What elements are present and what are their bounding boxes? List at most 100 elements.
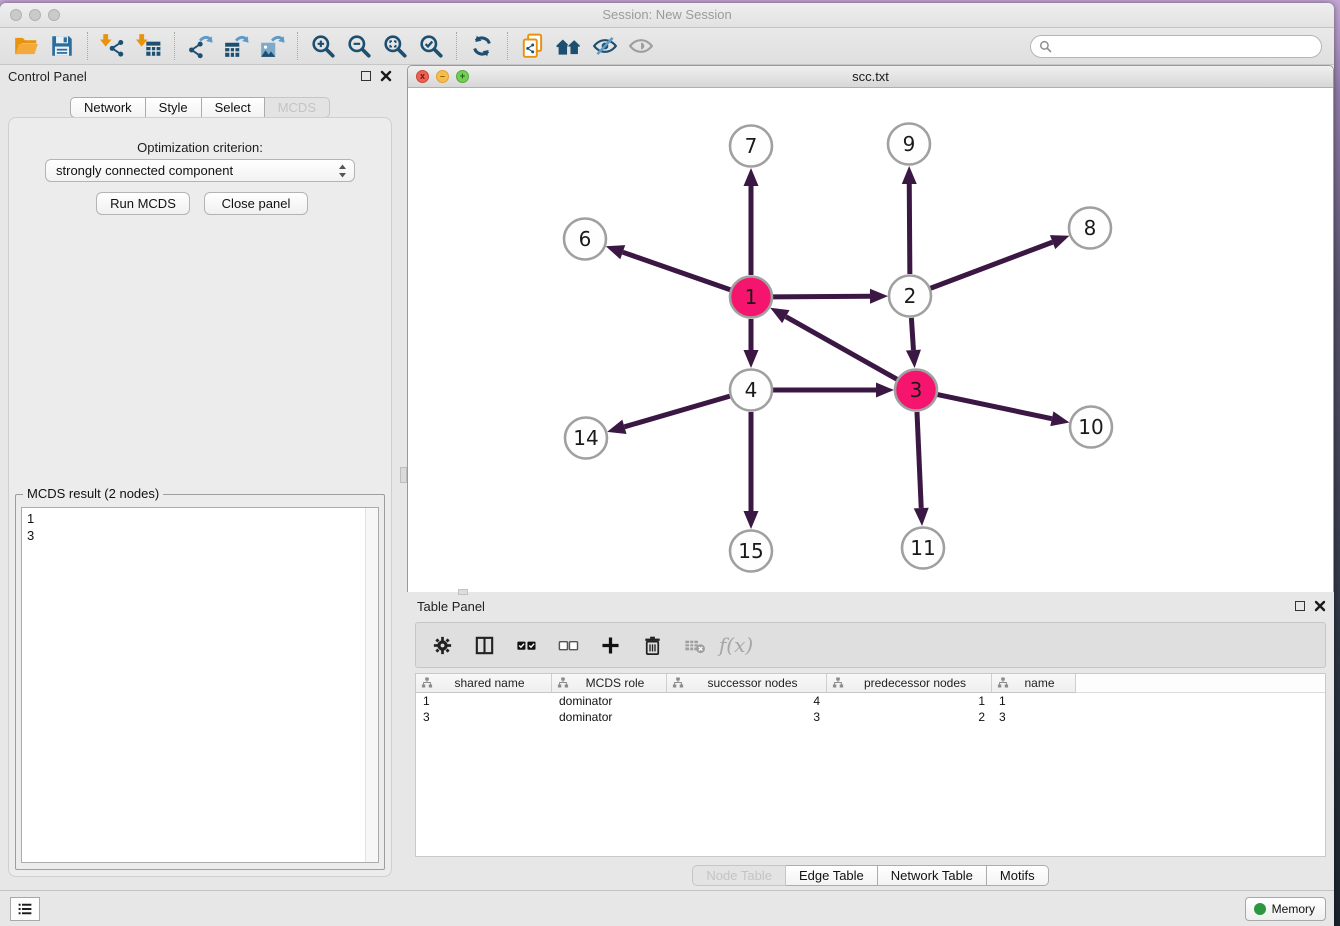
table-panel-tabs: Node TableEdge TableNetwork TableMotifs (407, 865, 1334, 886)
float-table-panel-icon[interactable] (1295, 601, 1305, 611)
tab-network-table[interactable]: Network Table (878, 865, 987, 886)
vertical-splitter-handle[interactable] (400, 467, 407, 483)
column-header-mcds-role[interactable]: MCDS role (552, 674, 667, 693)
memory-button[interactable]: Memory (1245, 897, 1326, 921)
run-mcds-button[interactable]: Run MCDS (96, 192, 190, 215)
table-cell[interactable]: 4 (667, 693, 827, 709)
graph-edge-1-2[interactable] (773, 296, 870, 297)
tab-network[interactable]: Network (70, 97, 146, 118)
network-canvas[interactable]: 7 9 6 8 1 2 4 3 14 10 15 11 (408, 88, 1333, 592)
optimization-criterion-select[interactable]: strongly connected component (45, 159, 355, 182)
tab-node-table[interactable]: Node Table (692, 865, 786, 886)
eye-slash-icon (592, 33, 618, 59)
tab-style[interactable]: Style (146, 97, 202, 118)
graph-edge-1-6[interactable] (623, 252, 730, 290)
graph-node-10[interactable]: 10 (1070, 407, 1112, 448)
column-header-name[interactable]: name (992, 674, 1076, 693)
graph-edge-2-3[interactable] (911, 318, 913, 350)
open-session-button[interactable] (8, 30, 44, 62)
graph-node-15[interactable]: 15 (730, 531, 772, 572)
graph-node-1[interactable]: 1 (730, 277, 772, 318)
table-cell[interactable]: dominator (552, 693, 667, 709)
graph-edge-3-10[interactable] (938, 395, 1052, 419)
show-column-panel-button[interactable] (470, 631, 498, 659)
table-cell[interactable]: 3 (416, 709, 552, 725)
graph-edge-2-9[interactable] (909, 184, 910, 274)
column-header-label: predecessor nodes (847, 676, 991, 690)
node-table: shared nameMCDS rolesuccessor nodes prede… (415, 673, 1326, 857)
mcds-result-textarea[interactable]: 13 (21, 507, 379, 863)
graph-node-8[interactable]: 8 (1069, 208, 1111, 249)
select-all-rows-button[interactable] (512, 631, 540, 659)
save-session-button[interactable] (44, 30, 80, 62)
select-all-icon (515, 634, 538, 657)
graph-node-label: 7 (745, 134, 758, 158)
network-graph: 7 9 6 8 1 2 4 3 14 10 15 11 (408, 88, 1333, 592)
graph-edge-2-8[interactable] (931, 242, 1053, 288)
result-scrollbar[interactable] (365, 508, 378, 862)
graph-node-6[interactable]: 6 (564, 219, 606, 260)
zoom-fit-button[interactable] (377, 30, 413, 62)
table-row[interactable]: 1dominator411 (416, 693, 1325, 709)
task-history-button[interactable] (10, 897, 40, 921)
create-column-button[interactable] (596, 631, 624, 659)
table-cell[interactable]: 1 (827, 693, 992, 709)
table-cell[interactable]: dominator (552, 709, 667, 725)
search-input[interactable] (1057, 40, 1313, 54)
mcds-result-line: 3 (27, 527, 373, 544)
eye-disabled-icon (628, 33, 654, 59)
deselect-all-rows-button[interactable] (554, 631, 582, 659)
close-table-panel-icon[interactable] (1314, 600, 1326, 612)
table-toolbar: f(x) (415, 622, 1326, 668)
hide-panels-button[interactable] (587, 30, 623, 62)
graph-edge-4-14[interactable] (624, 396, 729, 427)
close-panel-button[interactable]: Close panel (204, 192, 308, 215)
tab-edge-table[interactable]: Edge Table (786, 865, 878, 886)
table-cell[interactable]: 1 (416, 693, 552, 709)
table-cell[interactable]: 3 (667, 709, 827, 725)
graph-edge-3-1[interactable] (786, 317, 897, 380)
zoom-out-button[interactable] (341, 30, 377, 62)
duplicate-network-button[interactable] (515, 30, 551, 62)
tab-mcds[interactable]: MCDS (265, 97, 330, 118)
columns-icon (473, 634, 496, 657)
duplicate-network-icon (520, 33, 546, 59)
table-row[interactable]: 3dominator323 (416, 709, 1325, 725)
gear-icon (431, 634, 454, 657)
graph-node-11[interactable]: 11 (902, 528, 944, 569)
zoom-selected-button[interactable] (413, 30, 449, 62)
graph-node-2[interactable]: 2 (889, 276, 931, 317)
graph-node-4[interactable]: 4 (730, 370, 772, 411)
column-type-icon (421, 677, 433, 689)
graph-node-3[interactable]: 3 (895, 370, 937, 411)
graph-edge-3-11[interactable] (917, 412, 921, 508)
search-box[interactable] (1030, 35, 1322, 58)
delete-columns-button[interactable] (638, 631, 666, 659)
zoom-in-button[interactable] (305, 30, 341, 62)
graph-node-7[interactable]: 7 (730, 126, 772, 167)
column-header-successor-nodes[interactable]: successor nodes (667, 674, 827, 693)
import-table-button[interactable] (131, 30, 167, 62)
table-cell[interactable]: 1 (992, 693, 1076, 709)
column-header-predecessor-nodes[interactable]: predecessor nodes (827, 674, 992, 693)
tab-select[interactable]: Select (202, 97, 265, 118)
float-panel-icon[interactable] (361, 71, 371, 81)
export-network-button[interactable] (182, 30, 218, 62)
column-header-shared-name[interactable]: shared name (416, 674, 552, 693)
close-panel-icon[interactable] (380, 70, 392, 82)
export-table-button[interactable] (218, 30, 254, 62)
graph-node-14[interactable]: 14 (565, 418, 607, 459)
table-cell[interactable]: 2 (827, 709, 992, 725)
table-header-row: shared nameMCDS rolesuccessor nodes prede… (416, 674, 1325, 693)
table-settings-button[interactable] (428, 631, 456, 659)
export-image-button[interactable] (254, 30, 290, 62)
table-cell[interactable]: 3 (992, 709, 1076, 725)
clear-table-button (680, 631, 708, 659)
import-network-button[interactable] (95, 30, 131, 62)
column-header-filler (1076, 674, 1325, 693)
tab-motifs[interactable]: Motifs (987, 865, 1049, 886)
show-network-overview-button[interactable] (551, 30, 587, 62)
apply-preferred-layout-button[interactable] (464, 30, 500, 62)
graph-node-label: 9 (903, 132, 916, 156)
graph-node-9[interactable]: 9 (888, 124, 930, 165)
